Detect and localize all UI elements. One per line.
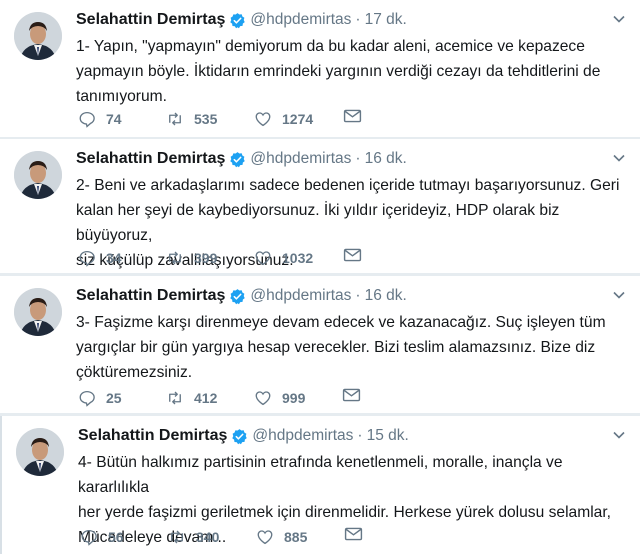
author-name[interactable]: Selahattin Demirtaş bbox=[76, 11, 225, 29]
reply-icon bbox=[79, 111, 95, 128]
retweet-icon bbox=[171, 530, 183, 543]
like-count: 999 bbox=[282, 389, 306, 406]
tweet[interactable]: Selahattin Demirtaş @hdpdemirtas · 17 dk… bbox=[0, 0, 640, 137]
reply-button[interactable]: 74 bbox=[78, 110, 136, 128]
tweet-timestamp[interactable]: 16 dk. bbox=[365, 150, 407, 168]
chevron-down-icon[interactable] bbox=[612, 151, 626, 165]
meta-separator: · bbox=[355, 287, 361, 304]
author-handle[interactable]: @hdpdemirtas bbox=[252, 427, 353, 445]
like-button[interactable]: 1032 bbox=[254, 249, 313, 267]
like-button[interactable]: 885 bbox=[256, 528, 314, 546]
tweet-timestamp[interactable]: 16 dk. bbox=[365, 287, 407, 305]
avatar[interactable] bbox=[14, 288, 62, 336]
tweet-header: Selahattin Demirtaş @hdpdemirtas · 16 dk… bbox=[76, 147, 626, 171]
direct-message-button[interactable] bbox=[343, 108, 362, 129]
tweet-actions: 74 535 1274 bbox=[78, 108, 362, 129]
verified-badge-icon bbox=[232, 428, 248, 444]
retweet-icon bbox=[169, 391, 181, 404]
reply-count: 74 bbox=[106, 110, 122, 127]
retweet-button[interactable]: 535 bbox=[166, 110, 224, 128]
retweet-icon bbox=[169, 251, 181, 264]
reply-button[interactable]: 56 bbox=[80, 528, 138, 546]
chevron-down-icon[interactable] bbox=[612, 428, 626, 442]
like-count: 1274 bbox=[282, 110, 314, 127]
avatar-image bbox=[16, 428, 64, 476]
like-icon bbox=[255, 250, 271, 265]
meta-separator: · bbox=[355, 150, 361, 167]
tweet-header: Selahattin Demirtaş @hdpdemirtas · 15 dk… bbox=[78, 424, 626, 448]
direct-message-icon bbox=[344, 527, 363, 541]
tweet-timestamp[interactable]: 17 dk. bbox=[365, 11, 407, 29]
reply-button[interactable]: 34 bbox=[78, 249, 136, 267]
retweet-button[interactable]: 399 bbox=[166, 249, 224, 267]
direct-message-button[interactable] bbox=[343, 247, 362, 268]
retweet-count: 340 bbox=[196, 528, 220, 545]
tweet[interactable]: Selahattin Demirtaş @hdpdemirtas · 15 dk… bbox=[0, 416, 640, 554]
direct-message-icon bbox=[344, 109, 362, 123]
direct-message-button[interactable] bbox=[344, 526, 363, 547]
tweet-text: 1- Yapın, "yapmayın" demiyorum da bu kad… bbox=[76, 38, 601, 105]
meta-separator: · bbox=[357, 427, 363, 444]
reply-icon bbox=[81, 529, 97, 546]
like-icon bbox=[255, 390, 271, 405]
like-icon bbox=[257, 529, 273, 544]
tweet-header: Selahattin Demirtaş @hdpdemirtas · 17 dk… bbox=[76, 8, 626, 32]
tweet-actions: 25 412 999 bbox=[78, 387, 361, 408]
direct-message-icon bbox=[342, 388, 361, 402]
retweet-button[interactable]: 340 bbox=[168, 528, 226, 546]
author-handle[interactable]: @hdpdemirtas bbox=[250, 287, 351, 305]
tweet[interactable]: Selahattin Demirtaş @hdpdemirtas · 16 dk… bbox=[0, 139, 640, 273]
reply-icon bbox=[79, 390, 95, 407]
avatar[interactable] bbox=[16, 428, 64, 476]
like-count: 885 bbox=[284, 528, 308, 545]
reply-button[interactable]: 25 bbox=[78, 389, 136, 407]
verified-badge-icon bbox=[230, 12, 246, 28]
like-icon bbox=[255, 111, 271, 126]
direct-message-icon bbox=[344, 248, 362, 262]
avatar[interactable] bbox=[14, 151, 62, 199]
avatar-image bbox=[14, 288, 62, 336]
tweet[interactable]: Selahattin Demirtaş @hdpdemirtas · 16 dk… bbox=[0, 276, 640, 413]
author-handle[interactable]: @hdpdemirtas bbox=[250, 11, 351, 29]
retweet-icon bbox=[169, 112, 181, 125]
author-name[interactable]: Selahattin Demirtaş bbox=[76, 287, 225, 305]
author-name[interactable]: Selahattin Demirtaş bbox=[76, 150, 225, 168]
retweet-count: 412 bbox=[194, 389, 218, 406]
reply-count: 56 bbox=[108, 528, 124, 545]
like-count: 1032 bbox=[282, 249, 314, 266]
retweet-count: 399 bbox=[194, 249, 218, 266]
tweet-content: Selahattin Demirtaş @hdpdemirtas · 16 dk… bbox=[76, 284, 626, 385]
like-button[interactable]: 1274 bbox=[254, 110, 313, 128]
retweet-button[interactable]: 412 bbox=[166, 389, 224, 407]
avatar-image bbox=[14, 12, 62, 60]
chevron-down-icon[interactable] bbox=[612, 288, 626, 302]
tweet-content: Selahattin Demirtaş @hdpdemirtas · 17 dk… bbox=[76, 8, 626, 109]
like-button[interactable]: 999 bbox=[254, 389, 312, 407]
direct-message-button[interactable] bbox=[342, 387, 361, 408]
avatar-image bbox=[14, 151, 62, 199]
tweet-actions: 56 340 885 bbox=[80, 526, 363, 547]
tweet-timestamp[interactable]: 15 dk. bbox=[367, 427, 409, 445]
author-handle[interactable]: @hdpdemirtas bbox=[250, 150, 351, 168]
verified-badge-icon bbox=[230, 151, 246, 167]
meta-separator: · bbox=[355, 11, 361, 28]
avatar[interactable] bbox=[14, 12, 62, 60]
verified-badge-icon bbox=[230, 288, 246, 304]
retweet-count: 535 bbox=[194, 110, 218, 127]
reply-count: 25 bbox=[106, 389, 122, 406]
reply-count: 34 bbox=[106, 249, 122, 266]
reply-icon bbox=[79, 250, 95, 267]
tweet-text: 3- Faşizme karşı direnmeye devam edecek … bbox=[76, 314, 606, 381]
chevron-down-icon[interactable] bbox=[612, 12, 626, 26]
tweet-header: Selahattin Demirtaş @hdpdemirtas · 16 dk… bbox=[76, 284, 626, 308]
tweet-feed: Selahattin Demirtaş @hdpdemirtas · 17 dk… bbox=[0, 0, 640, 554]
author-name[interactable]: Selahattin Demirtaş bbox=[78, 427, 227, 445]
tweet-actions: 34 399 1032 bbox=[78, 247, 362, 268]
